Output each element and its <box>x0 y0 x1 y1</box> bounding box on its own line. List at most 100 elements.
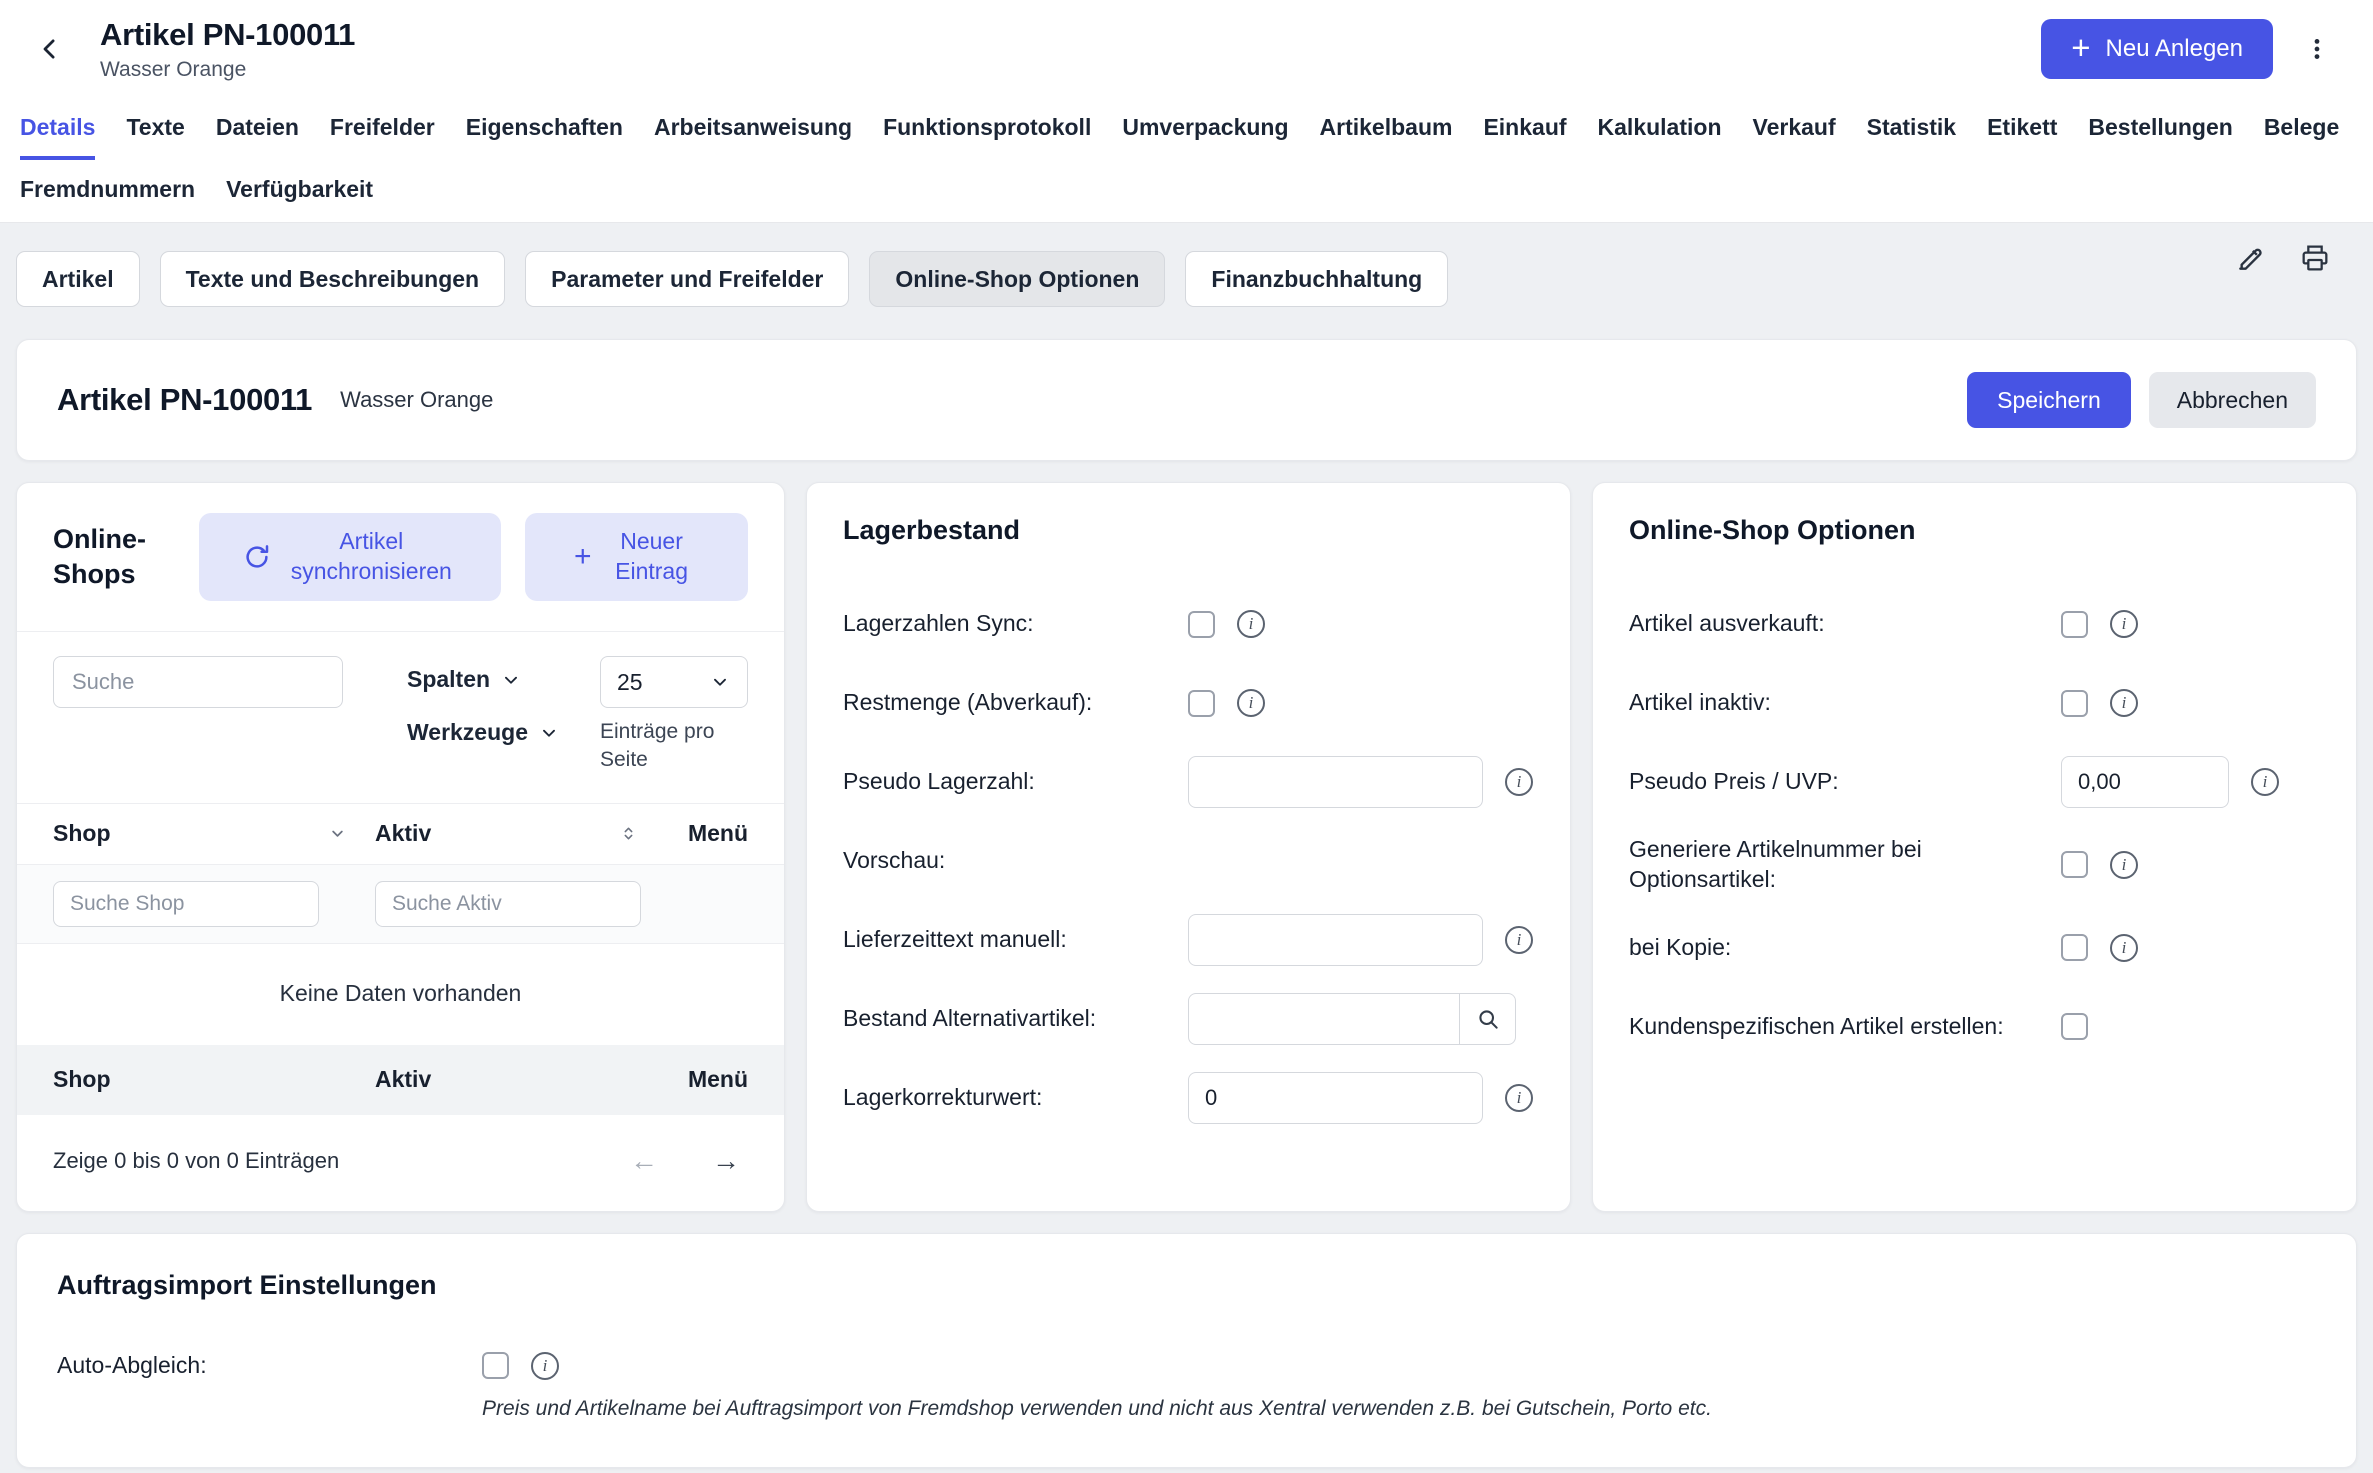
back-button[interactable] <box>24 23 76 75</box>
tab-eigenschaften[interactable]: Eigenschaften <box>466 98 623 160</box>
artikel-ausverkauft-checkbox[interactable] <box>2061 611 2088 638</box>
info-icon[interactable]: i <box>2110 934 2138 962</box>
tab-belege[interactable]: Belege <box>2264 98 2339 160</box>
form-row: Lagerkorrekturwert: i <box>843 1072 1534 1124</box>
main-content: Artikel Texte und Beschreibungen Paramet… <box>0 251 2373 1468</box>
info-icon[interactable]: i <box>2110 610 2138 638</box>
tab-einkauf[interactable]: Einkauf <box>1483 98 1566 160</box>
topbar: Artikel PN-100011 Wasser Orange + Neu An… <box>0 0 2373 98</box>
edit-button[interactable] <box>2231 238 2271 278</box>
restmenge-checkbox[interactable] <box>1188 690 1215 717</box>
search-input[interactable] <box>53 656 343 708</box>
bei-kopie-checkbox[interactable] <box>2061 934 2088 961</box>
info-icon[interactable]: i <box>1505 1084 1533 1112</box>
control-group: i <box>1188 756 1533 808</box>
tab-verfuegbarkeit[interactable]: Verfügbarkeit <box>226 160 373 222</box>
print-button[interactable] <box>2295 238 2335 278</box>
footer-header-shop: Shop <box>53 1066 375 1093</box>
plus-icon: + <box>2071 31 2090 64</box>
form-row: Pseudo Lagerzahl: i <box>843 756 1534 808</box>
section-tab-online-shop-optionen[interactable]: Online-Shop Optionen <box>869 251 1165 307</box>
section-tab-texte-und-beschreibungen[interactable]: Texte und Beschreibungen <box>160 251 506 307</box>
search-icon <box>1475 1006 1501 1032</box>
pseudo-preis-input[interactable] <box>2061 756 2229 808</box>
column-header-shop-label: Shop <box>53 820 111 847</box>
info-icon[interactable]: i <box>2110 851 2138 879</box>
kebab-menu-button[interactable] <box>2291 23 2343 75</box>
page-size-select[interactable]: 25 <box>600 656 748 708</box>
label-lieferzeittext: Lieferzeittext manuell: <box>843 925 1188 955</box>
control-group: i <box>1188 914 1533 966</box>
artikel-inaktiv-checkbox[interactable] <box>2061 690 2088 717</box>
lieferzeittext-input[interactable] <box>1188 914 1483 966</box>
tab-freifelder[interactable]: Freifelder <box>330 98 435 160</box>
info-icon[interactable]: i <box>2110 689 2138 717</box>
info-icon[interactable]: i <box>1505 768 1533 796</box>
tab-statistik[interactable]: Statistik <box>1867 98 1956 160</box>
article-actions: Speichern Abbrechen <box>1967 372 2316 428</box>
pseudo-lagerzahl-input[interactable] <box>1188 756 1483 808</box>
printer-icon <box>2299 242 2331 274</box>
info-icon[interactable]: i <box>1505 926 1533 954</box>
section-tab-finanzbuchhaltung[interactable]: Finanzbuchhaltung <box>1185 251 1448 307</box>
label-bei-kopie: bei Kopie: <box>1629 933 2061 963</box>
tab-bestellungen[interactable]: Bestellungen <box>2088 98 2232 160</box>
spalten-dropdown[interactable]: Spalten <box>407 666 560 693</box>
section-tab-artikel[interactable]: Artikel <box>16 251 140 307</box>
tab-kalkulation[interactable]: Kalkulation <box>1598 98 1722 160</box>
tab-artikelbaum[interactable]: Artikelbaum <box>1320 98 1453 160</box>
tab-etikett[interactable]: Etikett <box>1987 98 2057 160</box>
tab-dateien[interactable]: Dateien <box>216 98 299 160</box>
form-row: Lieferzeittext manuell: i <box>843 914 1534 966</box>
online-shops-panel: Online-Shops Artikel synchronisieren + N… <box>16 482 785 1212</box>
new-entry-label: Neuer Eintrag <box>605 527 699 587</box>
new-entry-button[interactable]: + Neuer Eintrag <box>525 513 748 601</box>
label-kundenspezifisch: Kundenspezifischen Artikel erstellen: <box>1629 1012 2061 1042</box>
chevron-down-icon <box>500 669 522 691</box>
control-group: i <box>2061 689 2138 717</box>
kundenspezifisch-checkbox[interactable] <box>2061 1013 2088 1040</box>
tab-arbeitsanweisung[interactable]: Arbeitsanweisung <box>654 98 852 160</box>
tab-texte[interactable]: Texte <box>126 98 184 160</box>
lagerkorrekturwert-input[interactable] <box>1188 1072 1483 1124</box>
tab-details[interactable]: Details <box>20 98 95 160</box>
bestand-alternativartikel-input-group <box>1188 993 1516 1045</box>
generiere-artikelnummer-checkbox[interactable] <box>2061 851 2088 878</box>
werkzeuge-dropdown[interactable]: Werkzeuge <box>407 719 560 746</box>
filter-cell-shop <box>53 881 375 927</box>
tab-umverpackung[interactable]: Umverpackung <box>1122 98 1288 160</box>
form-row: Vorschau: <box>843 835 1534 887</box>
refresh-icon <box>242 542 272 572</box>
info-icon[interactable]: i <box>531 1352 559 1380</box>
tab-row-1: Details Texte Dateien Freifelder Eigensc… <box>20 98 2353 160</box>
page-title-block: Artikel PN-100011 Wasser Orange <box>100 17 355 82</box>
control-group <box>2061 1013 2088 1040</box>
cancel-button[interactable]: Abbrechen <box>2149 372 2316 428</box>
tab-fremdnummern[interactable]: Fremdnummern <box>20 160 195 222</box>
tab-verkauf[interactable]: Verkauf <box>1753 98 1836 160</box>
lagerzahlen-sync-checkbox[interactable] <box>1188 611 1215 638</box>
label-artikel-inaktiv: Artikel inaktiv: <box>1629 688 2061 718</box>
prev-page-button[interactable]: ← <box>630 1145 658 1177</box>
bestand-alternativartikel-search-button[interactable] <box>1460 993 1516 1045</box>
info-icon[interactable]: i <box>1237 689 1265 717</box>
shop-options-title: Online-Shop Optionen <box>1629 515 2320 546</box>
control-group: i <box>482 1352 559 1380</box>
new-item-button[interactable]: + Neu Anlegen <box>2041 19 2273 79</box>
info-icon[interactable]: i <box>2251 768 2279 796</box>
next-page-button[interactable]: → <box>712 1145 740 1177</box>
bestand-alternativartikel-input[interactable] <box>1188 993 1460 1045</box>
column-header-aktiv[interactable]: Aktiv <box>375 820 666 847</box>
tab-funktionsprotokoll[interactable]: Funktionsprotokoll <box>883 98 1091 160</box>
column-header-shop[interactable]: Shop <box>53 820 375 847</box>
footer-header-menu-label: Menü <box>688 1066 748 1093</box>
aktiv-filter-input[interactable] <box>375 881 641 927</box>
shop-filter-input[interactable] <box>53 881 319 927</box>
save-button[interactable]: Speichern <box>1967 372 2131 428</box>
tab-bar: Details Texte Dateien Freifelder Eigensc… <box>0 98 2373 223</box>
auto-abgleich-checkbox[interactable] <box>482 1352 509 1379</box>
info-icon[interactable]: i <box>1237 610 1265 638</box>
arrow-right-icon: → <box>712 1145 740 1176</box>
sync-articles-button[interactable]: Artikel synchronisieren <box>199 513 501 601</box>
section-tab-parameter-und-freifelder[interactable]: Parameter und Freifelder <box>525 251 849 307</box>
